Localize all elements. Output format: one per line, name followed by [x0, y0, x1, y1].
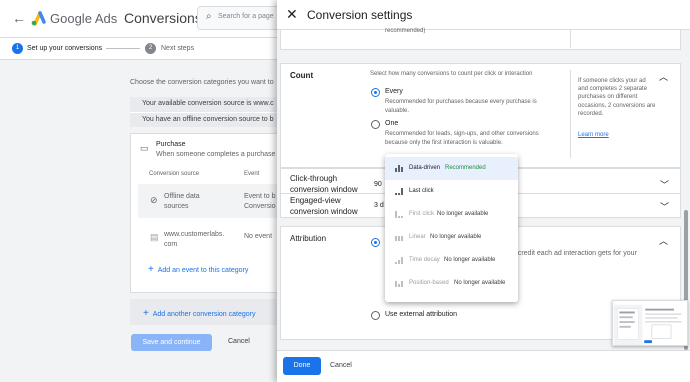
one-description: Recommended for leads, sign-ups, and oth…	[385, 131, 539, 146]
attribution-label: Attribution	[290, 234, 327, 243]
attribution-description: h credit each ad interaction gets for yo…	[512, 250, 637, 267]
done-button[interactable]: Done	[283, 357, 321, 375]
credit-card-icon: ▭	[140, 143, 149, 153]
chevron-up-icon[interactable]: ︿	[659, 234, 668, 247]
add-event-link[interactable]: + Add an event to this category	[148, 264, 248, 275]
attribution-option-last-click[interactable]: Last click	[385, 180, 518, 203]
step-2-label: Next steps	[161, 45, 195, 52]
unavailable-tag: No longer available	[437, 211, 489, 217]
engaged-view-value: 3 d	[374, 202, 384, 209]
bar-chart-icon	[395, 257, 403, 264]
row-source: www.customerlabs. com	[164, 231, 225, 248]
one-label[interactable]: One	[385, 120, 398, 127]
previous-setting-section	[280, 30, 681, 50]
unavailable-tag: No longer available	[444, 257, 496, 263]
stepper-divider	[106, 48, 140, 49]
link-off-icon: ⊘	[150, 195, 158, 205]
column-header-event: Event	[244, 171, 260, 177]
purchase-subtitle: When someone completes a purchase	[156, 151, 276, 158]
cancel-button[interactable]: Cancel	[228, 338, 250, 345]
category-description: Choose the conversion categories you wan…	[130, 79, 274, 86]
click-through-label: Click-through conversion window	[290, 174, 358, 194]
unavailable-tag: No longer available	[454, 280, 506, 286]
bar-chart-icon	[395, 188, 403, 195]
every-description: Recommended for purchases because every …	[385, 99, 537, 114]
attribution-option-position-based: Position-based No longer available	[385, 272, 518, 295]
bar-chart-icon	[395, 234, 403, 241]
attribution-option-data-driven[interactable]: Data-driven Recommended	[385, 157, 518, 180]
attribution-option-time-decay: Time decay No longer available	[385, 249, 518, 272]
engaged-view-label: Engaged-view conversion window	[290, 196, 358, 216]
attribution-model-radio[interactable]	[371, 238, 380, 247]
every-label[interactable]: Every	[385, 88, 403, 95]
plus-icon: +	[143, 308, 149, 319]
add-category-link[interactable]: + Add another conversion category	[143, 308, 255, 319]
external-attribution-label[interactable]: Use external attribution	[385, 311, 457, 318]
back-arrow-icon[interactable]: ←	[12, 10, 26, 26]
click-through-value: 90	[374, 181, 382, 188]
search-placeholder: Search for a page	[218, 13, 274, 20]
panel-title: Conversion settings	[307, 8, 413, 22]
info-banner-source: Your available conversion source is www.…	[130, 97, 280, 112]
search-icon: ⌕	[206, 11, 212, 22]
recommended-tag: Recommended	[445, 165, 486, 171]
panel-cancel-button[interactable]: Cancel	[330, 362, 352, 369]
purchase-title: Purchase	[156, 141, 186, 148]
unavailable-tag: No longer available	[430, 234, 482, 240]
count-description: Select how many conversions to count per…	[370, 71, 533, 77]
attribution-option-linear: Linear No longer available	[385, 226, 518, 249]
chevron-down-icon[interactable]: ﹀	[660, 178, 669, 191]
row-event: Event to b Conversio	[244, 193, 276, 210]
one-radio[interactable]	[371, 120, 380, 129]
section-divider	[570, 70, 571, 158]
step-2-number: 2	[145, 43, 156, 54]
bar-chart-icon	[395, 211, 403, 218]
info-banner-offline: You have an offline conversion source to…	[130, 112, 280, 127]
count-help-text: If someone clicks your ad and completes …	[578, 78, 656, 117]
close-icon[interactable]: ✕	[286, 6, 298, 23]
external-attribution-radio[interactable]	[371, 311, 380, 320]
plus-icon: +	[148, 264, 154, 275]
page-title: Conversions	[124, 10, 202, 26]
previous-setting-fragment: recommended)	[385, 28, 426, 34]
google-ads-logo-icon	[31, 11, 46, 26]
step-1-label: Set up your conversions	[27, 45, 103, 52]
bar-chart-icon	[395, 165, 403, 172]
save-and-continue-button[interactable]: Save and continue	[131, 334, 212, 351]
bar-chart-icon	[395, 280, 403, 287]
count-label: Count	[290, 71, 314, 80]
screenshot-thumbnail[interactable]	[612, 300, 688, 346]
learn-more-link[interactable]: Learn more	[578, 132, 609, 138]
row-source: Offline data sources	[164, 193, 200, 210]
section-divider	[570, 30, 571, 48]
column-header-source: Conversion source	[149, 171, 200, 177]
brand-name: Google Ads	[50, 11, 118, 26]
attribution-option-first-click: First click No longer available	[385, 203, 518, 226]
row-event: No event	[244, 233, 273, 240]
chevron-up-icon[interactable]: ︿	[659, 70, 668, 83]
step-1-number: 1	[12, 43, 23, 54]
every-radio[interactable]	[371, 88, 380, 97]
chevron-down-icon[interactable]: ﹀	[660, 200, 669, 213]
website-icon: ▤	[150, 232, 159, 242]
